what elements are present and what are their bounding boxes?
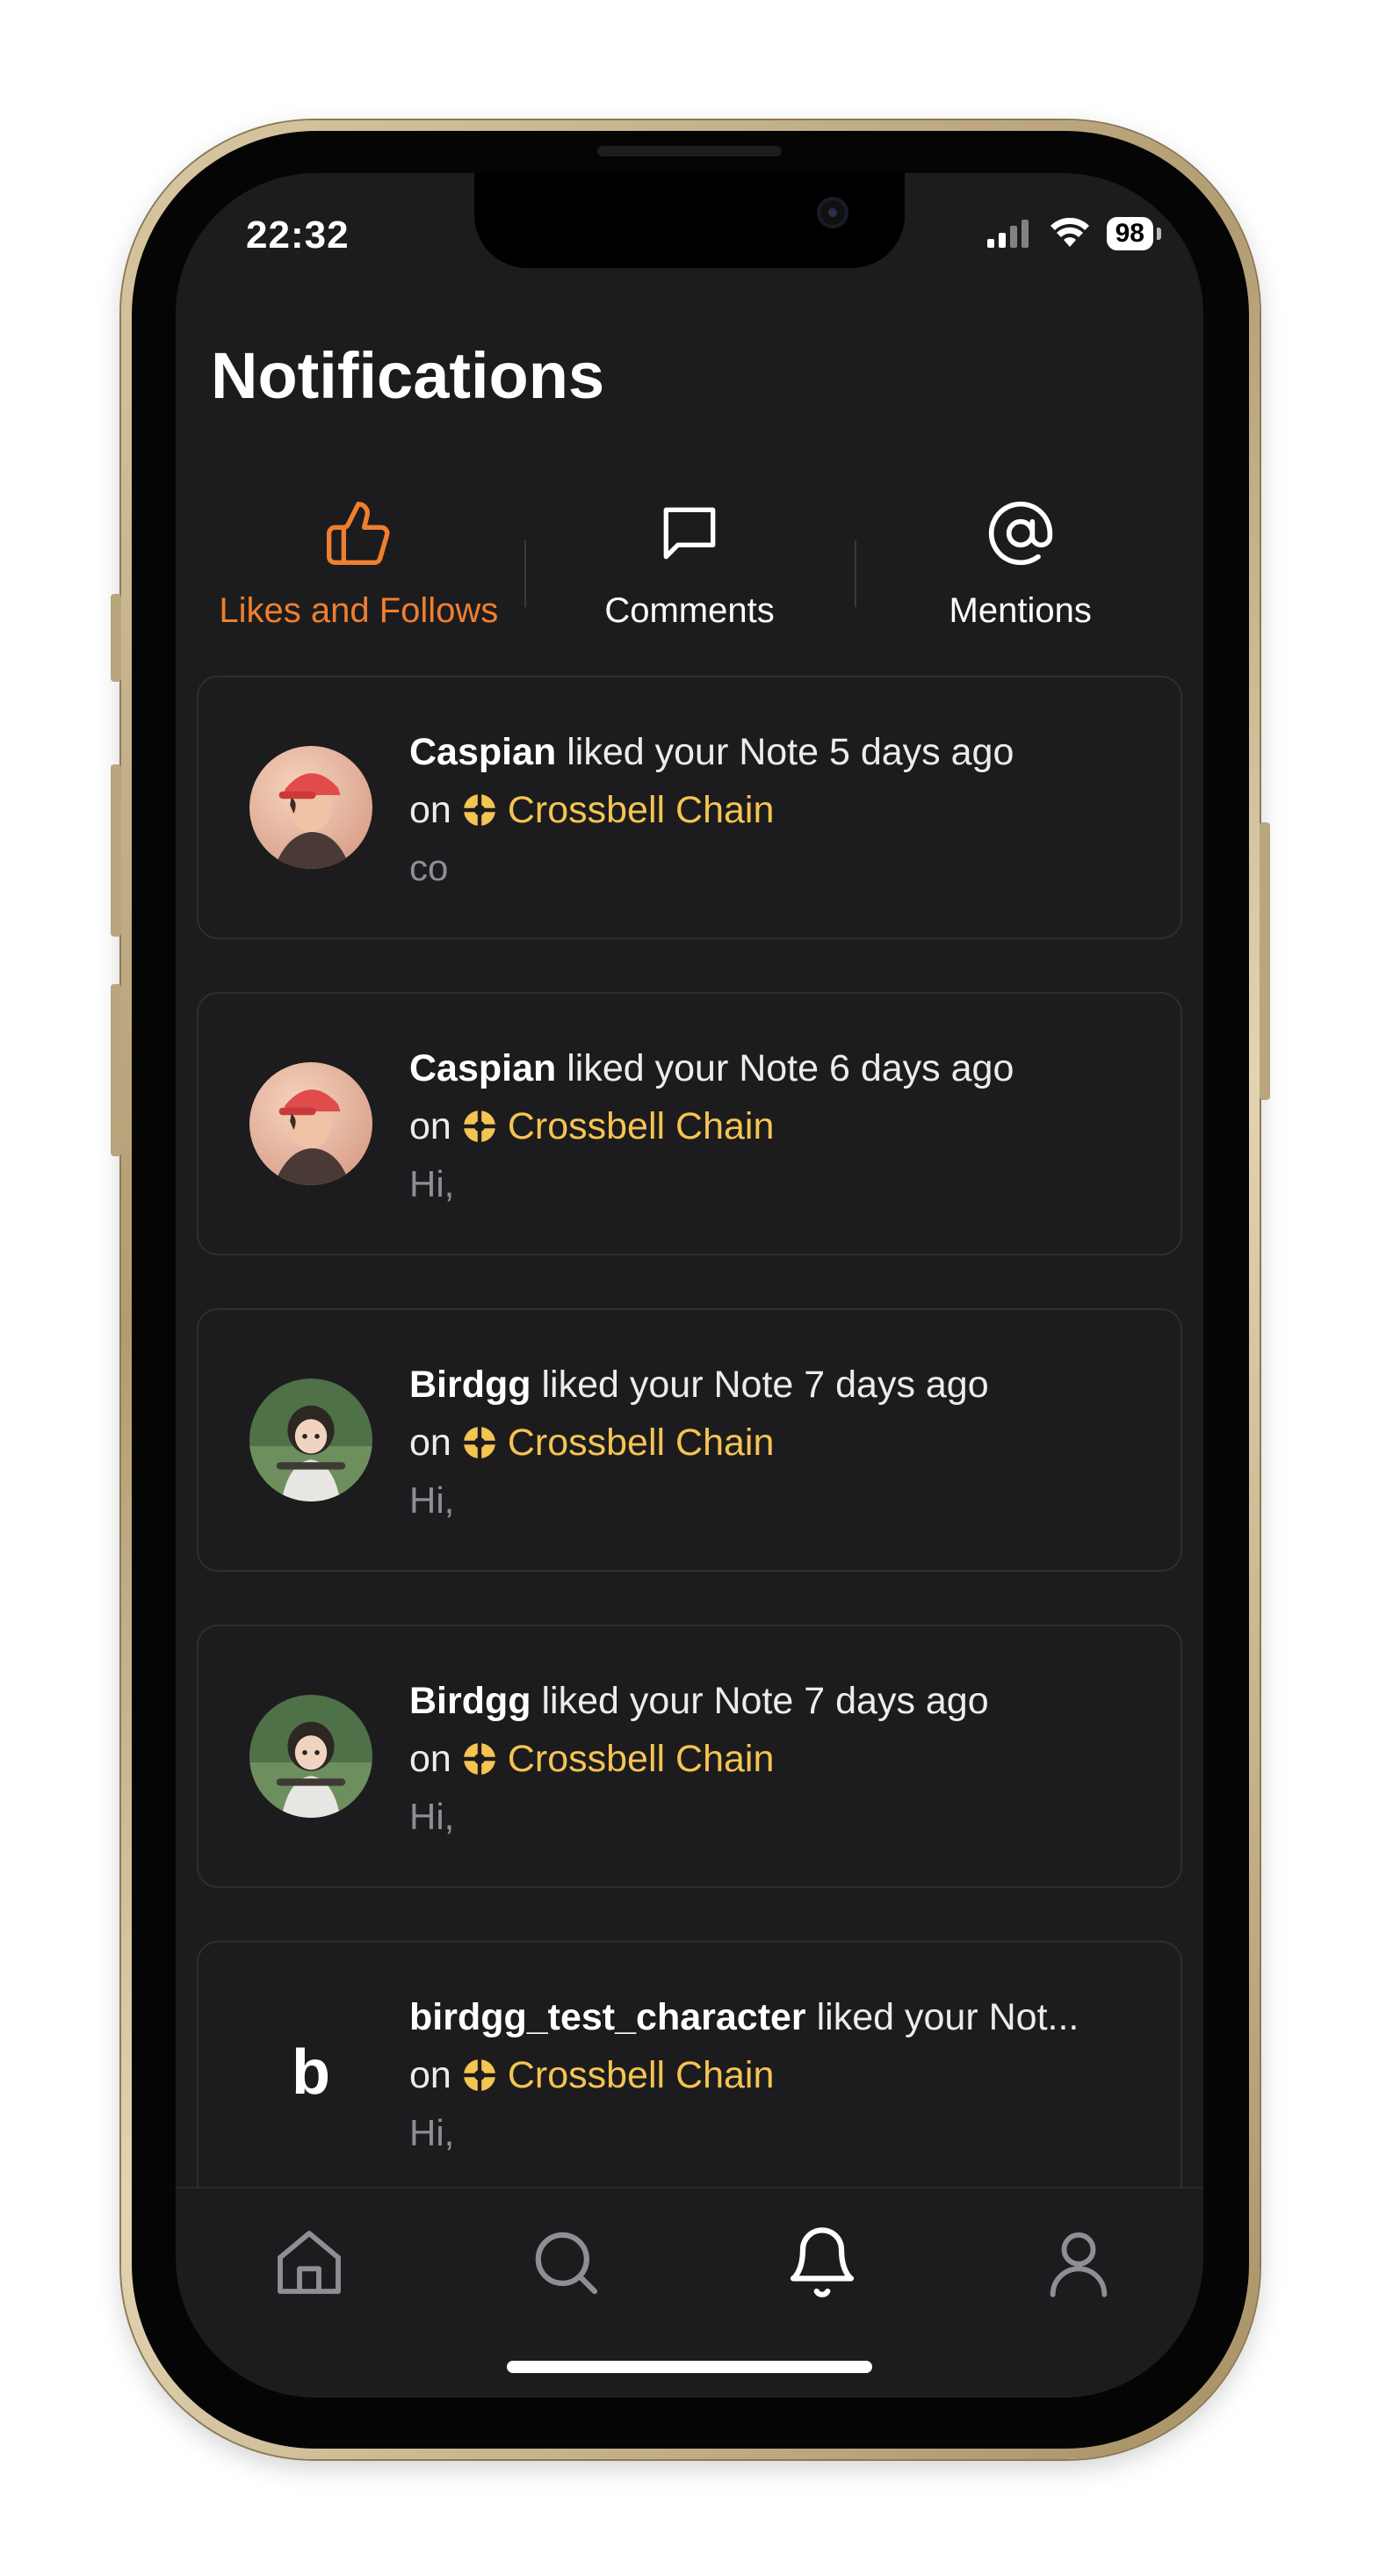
note-excerpt: Hi, [409,2112,455,2153]
avatar-image [249,1695,372,1818]
thumbs-up-icon [327,502,390,565]
note-excerpt: co [409,847,449,888]
chain-link[interactable]: Crossbell Chain [508,1414,775,1472]
actor-name[interactable]: birdgg_test_character [409,1996,806,2038]
actor-name[interactable]: Caspian [409,1047,556,1089]
tab-comments[interactable]: Comments [523,498,856,639]
notch [474,173,905,268]
home-indicator[interactable] [507,2361,872,2373]
tab-notifications[interactable] [783,2224,861,2301]
profile-icon [1050,2232,1108,2297]
crossbell-chain-icon [463,1427,495,1458]
note-excerpt: Hi, [409,1480,455,1521]
at-sign-icon [988,501,1052,566]
crossbell-chain-icon [463,2059,495,2091]
tab-likes-and-follows[interactable]: Likes and Follows [193,498,524,639]
avatar-image [249,1062,372,1185]
earpiece-speaker [597,146,782,156]
birdgg-avatar[interactable] [249,1695,372,1818]
notification-text: Caspian liked your Note 5 days ago on Cr… [409,723,1128,897]
notification-action: liked your Note 7 days ago [531,1364,989,1406]
avatar-image [249,1378,372,1501]
bell-icon [790,2227,855,2297]
notification-card[interactable]: Birdgg liked your Note 7 days ago on Cro… [197,1308,1182,1572]
status-icons: 98 [986,217,1161,250]
chain-link[interactable]: Crossbell Chain [508,781,775,839]
cellular-signal-icon [986,220,1029,248]
tab-label: Mentions [949,591,1092,630]
notification-text: Birdgg liked your Note 7 days ago on Cro… [409,1672,1128,1846]
search-icon [535,2232,598,2295]
avatar-image [249,746,372,869]
volume-up-button [111,764,121,937]
power-button [1260,822,1270,1100]
front-camera [817,197,848,228]
crossbell-chain-icon [463,1111,495,1142]
tab-profile[interactable] [1040,2224,1117,2301]
caspian-avatar[interactable] [249,746,372,869]
notification-headline: birdgg_test_character liked your Not... [409,1988,1128,2046]
notification-headline: Caspian liked your Note 5 days ago [409,723,1128,781]
notification-action: liked your Not... [805,1996,1079,2038]
notification-source: on Crossbell Chain [409,1097,1128,1155]
crossbell-chain-icon [463,1743,495,1775]
battery-icon [1157,228,1161,240]
notification-card[interactable]: Birdgg liked your Note 7 days ago on Cro… [197,1624,1182,1888]
notification-list: Caspian liked your Note 5 days ago on Cr… [197,676,1182,2257]
crossbell-chain-icon [463,794,495,826]
tab-search[interactable] [527,2224,604,2301]
notification-text: Caspian liked your Note 6 days ago on Cr… [409,1039,1128,1213]
note-excerpt: Hi, [409,1163,455,1205]
on-label: on [409,1738,451,1780]
notification-action: liked your Note 7 days ago [531,1680,989,1722]
notification-headline: Caspian liked your Note 6 days ago [409,1039,1128,1097]
birdgg-avatar[interactable] [249,1378,372,1501]
actor-name[interactable]: Birdgg [409,1680,531,1722]
notification-headline: Birdgg liked your Note 7 days ago [409,1356,1128,1414]
actor-name[interactable]: Caspian [409,731,556,773]
tab-home[interactable] [271,2224,348,2301]
tab-mentions[interactable]: Mentions [855,498,1186,639]
tab-label: Likes and Follows [219,591,499,630]
wifi-icon [1050,218,1089,247]
notification-action: liked your Note 5 days ago [556,731,1014,773]
chain-link[interactable]: Crossbell Chain [508,1730,775,1788]
notification-card[interactable]: Caspian liked your Note 5 days ago on Cr… [197,676,1182,939]
home-icon [278,2231,341,2294]
mute-switch [111,594,121,682]
notification-source: on Crossbell Chain [409,1730,1128,1788]
notification-headline: Birdgg liked your Note 7 days ago [409,1672,1128,1730]
chain-link[interactable]: Crossbell Chain [508,2046,775,2104]
chat-bubble-icon [663,507,716,560]
notification-text: birdgg_test_character liked your Not... … [409,1988,1128,2162]
notification-source: on Crossbell Chain [409,781,1128,839]
tab-label: Comments [604,591,775,630]
battery-level: 98 [1106,217,1153,250]
notification-tabs: Likes and Follows Comments Mentions [193,498,1186,639]
volume-down-button [111,984,121,1156]
on-label: on [409,1105,451,1147]
notification-action: liked your Note 6 days ago [556,1047,1014,1089]
actor-name[interactable]: Birdgg [409,1364,531,1406]
on-label: on [409,1422,451,1464]
status-time: 22:32 [246,213,350,257]
caspian-avatar[interactable] [249,1062,372,1185]
notification-card[interactable]: b birdgg_test_character liked your Not..… [197,1941,1182,2204]
stage: 22:32 98 Notifications Likes and Follows… [0,0,1379,2576]
notification-source: on Crossbell Chain [409,2046,1128,2104]
notification-source: on Crossbell Chain [409,1414,1128,1472]
chain-link[interactable]: Crossbell Chain [508,1097,775,1155]
page-title: Notifications [211,339,605,412]
on-label: on [409,789,451,831]
on-label: on [409,2054,451,2096]
notification-text: Birdgg liked your Note 7 days ago on Cro… [409,1356,1128,1530]
screen: 22:32 98 Notifications Likes and Follows… [176,173,1203,2398]
note-excerpt: Hi, [409,1796,455,1837]
notification-card[interactable]: Caspian liked your Note 6 days ago on Cr… [197,992,1182,1255]
letter-avatar[interactable]: b [249,2011,372,2134]
